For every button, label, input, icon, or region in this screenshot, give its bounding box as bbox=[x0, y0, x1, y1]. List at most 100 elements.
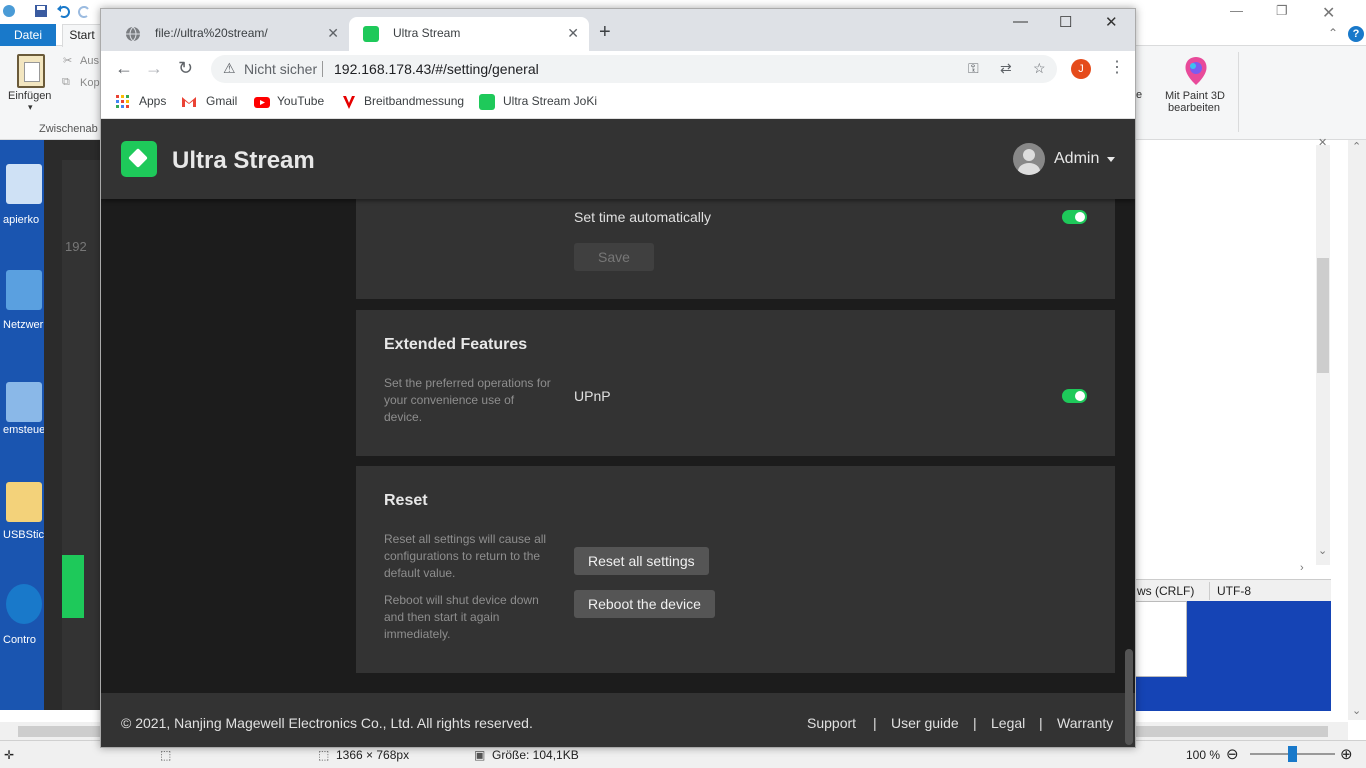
close-window-icon[interactable]: ✕ bbox=[1105, 13, 1118, 31]
desktop-icon-label: Contro bbox=[3, 634, 37, 646]
star-icon[interactable]: ☆ bbox=[1033, 60, 1046, 77]
minimize-icon[interactable]: — bbox=[1013, 13, 1028, 30]
paint-close-icon[interactable]: ✕ bbox=[1322, 3, 1335, 23]
url-divider bbox=[322, 61, 323, 77]
desktop-icon-label: Netzwer bbox=[3, 319, 44, 331]
back-icon[interactable]: ← bbox=[115, 58, 133, 79]
editor-status-bar: ws (CRLF) UTF-8 bbox=[1135, 579, 1331, 601]
copy-label[interactable]: Kop bbox=[80, 77, 100, 89]
network-icon[interactable] bbox=[6, 270, 42, 310]
scroll-up-icon[interactable]: ⌃ bbox=[1352, 140, 1361, 153]
undo-icon[interactable] bbox=[56, 4, 70, 18]
save-button[interactable]: Save bbox=[574, 243, 654, 271]
translate-icon[interactable]: ⇄ bbox=[1000, 60, 1012, 77]
user-avatar[interactable] bbox=[1013, 143, 1045, 175]
page-scrollbar-thumb[interactable] bbox=[1125, 649, 1133, 745]
tab-title: file://ultra%20stream/ bbox=[155, 26, 268, 40]
ultra-stream-logo[interactable] bbox=[121, 141, 157, 177]
web-page: Set time automatically Save Extended Fea… bbox=[101, 119, 1135, 747]
canvas-scroll-thumb[interactable] bbox=[1317, 258, 1329, 373]
new-tab-icon[interactable]: + bbox=[599, 21, 611, 44]
paint-restore-icon[interactable]: ❐ bbox=[1276, 3, 1288, 19]
globe-icon bbox=[126, 26, 140, 42]
extended-features-desc: Set the preferred operations for your co… bbox=[384, 376, 551, 424]
encoding-label: UTF-8 bbox=[1217, 584, 1251, 598]
tab-ultra-stream[interactable]: Ultra Stream ✕ bbox=[349, 17, 589, 51]
close-small-icon[interactable]: ✕ bbox=[1318, 136, 1327, 149]
paste-dropdown-icon[interactable]: ▾ bbox=[28, 102, 33, 113]
paint3d-icon[interactable] bbox=[1180, 55, 1212, 87]
profile-avatar[interactable]: J bbox=[1071, 59, 1091, 79]
footer-link-legal[interactable]: Legal bbox=[991, 715, 1025, 731]
tab-file-ultra-stream[interactable]: file://ultra%20stream/ ✕ bbox=[111, 17, 349, 51]
control-panel-icon[interactable] bbox=[6, 382, 42, 422]
reboot-device-button[interactable]: Reboot the device bbox=[574, 590, 715, 618]
app-header: Ultra Stream Admin bbox=[101, 119, 1135, 199]
paste-label[interactable]: Einfügen bbox=[8, 90, 51, 102]
disk-icon: ▣ bbox=[474, 748, 486, 762]
file-size: Größe: 104,1KB bbox=[492, 748, 579, 762]
desktop-icon-label: emsteue bbox=[3, 424, 45, 436]
browser-window: file://ultra%20stream/ ✕ Ultra Stream ✕ … bbox=[100, 8, 1136, 748]
forward-icon[interactable]: → bbox=[145, 58, 163, 79]
bookmark-youtube[interactable]: YouTube bbox=[277, 94, 324, 108]
tab-strip: file://ultra%20stream/ ✕ Ultra Stream ✕ … bbox=[101, 9, 1135, 51]
footer-separator: | bbox=[973, 715, 977, 731]
menu-icon[interactable]: ⋮ bbox=[1109, 57, 1125, 77]
copy-icon[interactable]: ⧉ bbox=[62, 76, 70, 89]
bookmark-ultra-stream-joki[interactable]: Ultra Stream JoKi bbox=[503, 94, 597, 108]
zoom-in-icon[interactable]: ⊕ bbox=[1340, 745, 1353, 763]
reload-icon[interactable]: ↻ bbox=[178, 58, 193, 79]
bookmark-apps[interactable]: Apps bbox=[139, 94, 166, 108]
tab-start[interactable]: Start bbox=[62, 24, 102, 47]
upnp-toggle[interactable] bbox=[1062, 389, 1087, 403]
apps-grid-icon bbox=[116, 95, 129, 108]
reboot-desc: Reboot will shut device down and then st… bbox=[384, 593, 539, 641]
url-text[interactable]: 192.168.178.43/#/setting/general bbox=[334, 61, 539, 77]
folder-icon[interactable] bbox=[6, 482, 42, 522]
footer-link-support[interactable]: Support bbox=[807, 715, 856, 731]
scroll-down-icon[interactable]: ⌄ bbox=[1352, 704, 1361, 717]
scroll-down-icon[interactable]: ⌄ bbox=[1318, 544, 1327, 557]
reset-card: Reset Reset all settings will cause all … bbox=[356, 466, 1115, 673]
close-tab-icon[interactable]: ✕ bbox=[327, 17, 339, 49]
app-shortcut-icon[interactable] bbox=[6, 584, 42, 624]
help-icon[interactable]: ? bbox=[1348, 26, 1364, 42]
paint3d-label-1[interactable]: Mit Paint 3D bbox=[1165, 90, 1225, 102]
not-secure-label[interactable]: Nicht sicher bbox=[244, 61, 317, 77]
paint-canvas-area[interactable] bbox=[1135, 145, 1316, 565]
ribbon-edge-label: e bbox=[1136, 89, 1143, 101]
recycle-bin-icon[interactable] bbox=[6, 164, 42, 204]
user-menu[interactable]: Admin bbox=[1054, 150, 1099, 168]
reset-all-settings-button[interactable]: Reset all settings bbox=[574, 547, 709, 575]
footer-link-user-guide[interactable]: User guide bbox=[891, 715, 959, 731]
address-bar[interactable]: ⚠ Nicht sicher 192.168.178.43/#/setting/… bbox=[211, 55, 1057, 83]
upnp-label: UPnP bbox=[574, 388, 611, 404]
bookmark-gmail[interactable]: Gmail bbox=[206, 94, 237, 108]
paint-vertical-scrollbar[interactable]: ⌃ ⌄ bbox=[1348, 140, 1366, 720]
zoom-slider-thumb[interactable] bbox=[1288, 746, 1297, 762]
bookmark-breitbandmessung[interactable]: Breitbandmessung bbox=[364, 94, 464, 108]
collapse-ribbon-icon[interactable]: ⌃ bbox=[1328, 26, 1338, 40]
paste-icon[interactable] bbox=[17, 54, 45, 88]
redo-icon[interactable] bbox=[78, 4, 92, 18]
paint3d-label-2[interactable]: bearbeiten bbox=[1168, 102, 1220, 114]
cut-icon[interactable]: ✂ bbox=[63, 54, 72, 67]
scroll-right-icon[interactable]: › bbox=[1300, 562, 1304, 574]
paint-minimize-icon[interactable]: — bbox=[1230, 3, 1243, 18]
key-icon[interactable]: ⚿ bbox=[968, 60, 979, 77]
maximize-icon[interactable]: ☐ bbox=[1059, 13, 1072, 31]
save-icon[interactable] bbox=[34, 4, 48, 18]
cut-label[interactable]: Aus bbox=[80, 55, 99, 67]
tab-datei[interactable]: Datei bbox=[0, 24, 56, 46]
set-time-auto-toggle[interactable] bbox=[1062, 210, 1087, 224]
caret-down-icon[interactable] bbox=[1107, 157, 1115, 162]
zoom-out-icon[interactable]: ⊖ bbox=[1226, 745, 1239, 763]
image-dimensions: 1366 × 768px bbox=[336, 748, 410, 762]
ultra-stream-bookmark-icon bbox=[479, 94, 495, 110]
warning-icon[interactable]: ⚠ bbox=[223, 60, 236, 77]
zoom-level: 100 % bbox=[1186, 748, 1221, 762]
footer-link-warranty[interactable]: Warranty bbox=[1057, 715, 1113, 731]
background-green-block bbox=[62, 555, 84, 618]
close-tab-icon[interactable]: ✕ bbox=[567, 17, 579, 49]
